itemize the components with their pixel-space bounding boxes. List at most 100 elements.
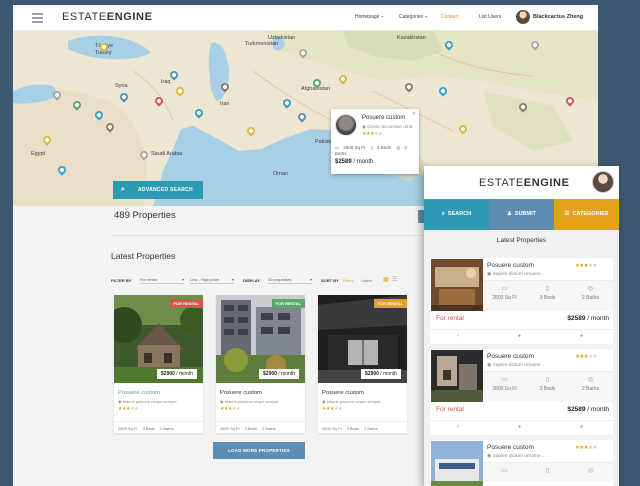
property-image[interactable]: FOR RENTAL $2900 / month (318, 295, 407, 383)
property-features: 2800 Sq Ft 3 Beds 2 Baths (114, 421, 203, 433)
display-label: DISPLAY (243, 278, 260, 283)
search-icon: ⌕ (121, 186, 125, 193)
dot-icon[interactable]: ● (518, 333, 521, 339)
tab-search[interactable]: ⌕ SEARCH (424, 199, 489, 230)
tab-submit[interactable]: ♟ SUBMIT (489, 199, 554, 230)
property-features: 2800 Sq Ft 3 Beds 2 Baths (216, 421, 305, 433)
display-count-select[interactable]: 10 properties ▾ (268, 275, 312, 284)
rating-stars: ★★★★★ (322, 406, 342, 412)
nav-categories[interactable]: Categories ▾ (399, 14, 427, 20)
top-navigation-bar: ESTATEENGINE Homepage ▾ Categories ▾ Conta… (13, 5, 598, 31)
nav-list-users[interactable]: List Users (479, 14, 501, 20)
nav-homepage[interactable]: Homepage ▾ (355, 14, 383, 20)
menu-icon[interactable] (32, 13, 43, 23)
bed-icon: ▯ (545, 468, 550, 474)
filter-by-label: FILTER BY (111, 278, 132, 283)
area-icon: ▭ (501, 468, 508, 474)
mobile-view: ESTATEENGINE ⌕ SEARCH ♟ SUBMIT ☰ CATEGORIES… (424, 166, 619, 486)
property-features: ▭ 2800 Sq Ft ▯ 3 Beds ◎ 2 Baths (483, 280, 613, 311)
map-label: Turkmenistan (245, 41, 279, 47)
filter-type-select[interactable]: For rental ▾ (140, 275, 184, 284)
tab-categories[interactable]: ☰ CATEGORIES (554, 199, 619, 230)
property-address: ◉ Mauris posuere neque semper (322, 399, 381, 404)
bath-icon: ◎ (587, 377, 594, 383)
property-features: 2800 Sq Ft 3 Beds 2 Baths (318, 421, 407, 433)
property-card[interactable]: Posuere custom ◉ Sapien dictum urname...… (430, 258, 613, 344)
bed-icon: ▯ (545, 286, 550, 292)
user-name[interactable]: Blackcactus Zheng (533, 14, 583, 20)
property-title[interactable]: Posuere custom (322, 390, 364, 396)
map-property-popup[interactable]: ✕ Posuere custom ◉ Donec accumsan urna ★… (331, 109, 419, 174)
property-title[interactable]: Posuere custom (487, 353, 534, 360)
status-label: For rental (436, 406, 464, 413)
user-icon: ♟ (506, 211, 512, 217)
map-label: Oman (273, 171, 288, 177)
map-label: Iraq (161, 79, 171, 85)
area-icon: ▭ (501, 286, 508, 292)
property-card[interactable]: FOR RENTAL $2900 / month Posuere custom … (216, 295, 305, 433)
divider (111, 235, 431, 236)
bath-icon: ◎ (587, 286, 594, 292)
bed-icon: ▯ (545, 377, 550, 383)
nav-contact[interactable]: Contact (441, 14, 458, 20)
rating-stars: ★★★★★ (118, 406, 138, 412)
dot-icon[interactable]: ● (580, 333, 583, 339)
filter-price-select[interactable]: Low - High price ▾ (190, 275, 234, 284)
property-image[interactable] (431, 259, 483, 311)
property-address: ◉ Sapien dictum urname... (487, 454, 545, 459)
bath-icon: ◎ (587, 468, 594, 474)
load-more-button[interactable]: LOAD MORE PROPERTIES (213, 442, 305, 459)
status-badge: FOR RENTAL (271, 299, 305, 308)
property-card[interactable]: FOR RENTAL $2900 / month Posuere custom … (114, 295, 203, 433)
sort-by-label: SORT BY (321, 278, 339, 283)
site-logo[interactable]: ESTATEENGINE (479, 177, 570, 189)
dot-icon[interactable]: ● (580, 424, 583, 430)
rating-stars: ★★★★★ (220, 406, 240, 412)
search-icon: ⌕ (441, 211, 445, 217)
property-image[interactable] (431, 350, 483, 402)
user-avatar[interactable] (516, 10, 530, 24)
property-card[interactable]: Posuere custom ◉ Sapien dictum urname...… (430, 349, 613, 435)
chevron-down-icon: ▾ (309, 277, 312, 282)
popup-title[interactable]: Posuere custom (362, 115, 405, 121)
dot-icon[interactable]: ● (518, 424, 521, 430)
map-label: Iran (220, 101, 230, 107)
property-title[interactable]: Posuere custom (118, 390, 160, 396)
property-image[interactable]: FOR RENTAL $2900 / month (114, 295, 203, 383)
property-title[interactable]: Posuere custom (487, 444, 534, 451)
popup-price: $2589 / month (335, 159, 374, 165)
sort-option-latest[interactable]: Latest (361, 278, 372, 283)
property-card[interactable]: Posuere custom ◉ Sapien dictum urname...… (430, 440, 613, 486)
check-icon[interactable]: ✓ (456, 333, 460, 339)
list-icon: ☰ (564, 211, 570, 217)
status-label: For rental (436, 315, 464, 322)
property-card[interactable]: FOR RENTAL $2900 / month Posuere custom … (318, 295, 407, 433)
chevron-down-icon: ▾ (231, 277, 234, 282)
card-actions: ✓ ● ● (430, 420, 613, 434)
popup-address: ◉ Donec accumsan urna (362, 124, 413, 129)
bed-icon: ▯ (370, 145, 374, 150)
bath-icon: ◎ (396, 145, 401, 150)
sort-option-rates[interactable]: Rates (343, 278, 353, 283)
latest-properties-heading: Latest Properties (111, 251, 176, 261)
status-badge: FOR RENTAL (169, 299, 203, 308)
close-icon[interactable]: ✕ (412, 111, 416, 117)
advanced-search-button[interactable]: ⌕ ADVANCED SEARCH (113, 181, 203, 199)
site-logo[interactable]: ESTATEENGINE (62, 11, 153, 23)
rating-stars: ★★★★★ (362, 131, 382, 137)
property-title[interactable]: Posuere custom (487, 262, 534, 269)
property-title[interactable]: Posuere custom (220, 390, 262, 396)
list-view-icon[interactable]: ☰ (392, 276, 397, 283)
price-label: $2900 / month (157, 369, 197, 379)
user-avatar[interactable] (592, 171, 614, 193)
property-image[interactable]: FOR RENTAL $2900 / month (216, 295, 305, 383)
card-actions: ✓ ● ● (430, 329, 613, 343)
property-thumbnail (335, 114, 357, 136)
property-address: ◉ Mauris posuere neque semper (220, 399, 279, 404)
rating-stars: ★★★★★ (575, 445, 597, 451)
grid-view-icon[interactable]: ▦ (383, 276, 389, 283)
check-icon[interactable]: ✓ (456, 424, 460, 430)
price-label: $2589 / month (567, 406, 609, 413)
map-label: Kazakhstan (397, 35, 426, 41)
property-image[interactable] (431, 441, 483, 486)
